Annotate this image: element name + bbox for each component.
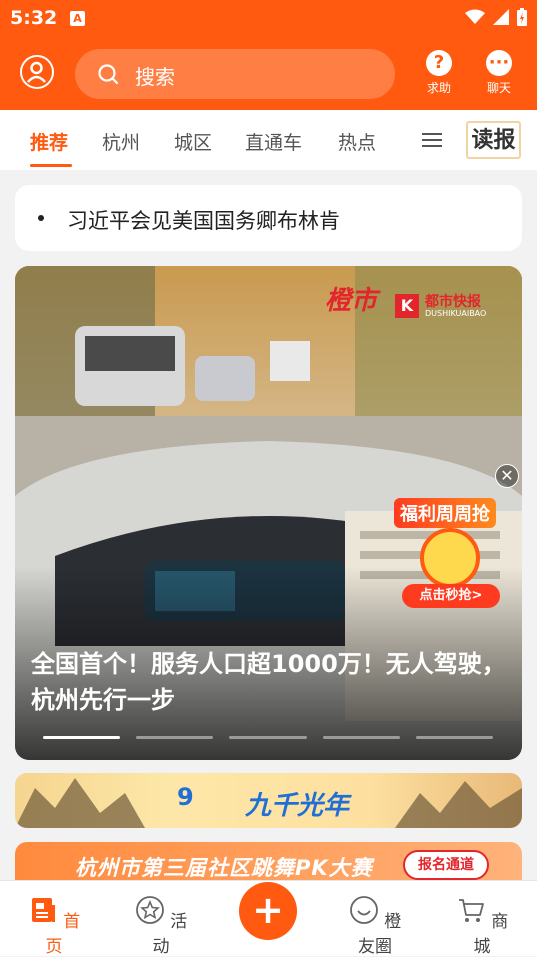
create-post-button[interactable]: + <box>239 882 297 940</box>
carousel-indicator <box>43 736 494 739</box>
promo-grab-button[interactable]: 点击秒抢> <box>402 584 500 608</box>
nav-home[interactable]: 首页 <box>24 895 84 957</box>
brand-subtitle: DUSHIKUAIBAO <box>425 309 487 318</box>
battery-icon <box>517 8 527 26</box>
close-promo-icon[interactable]: ✕ <box>495 464 519 488</box>
smile-icon <box>349 896 378 924</box>
question-icon: ? <box>426 50 452 76</box>
banner-title: 九千光年 <box>245 791 350 821</box>
carousel-dot[interactable] <box>43 736 121 739</box>
tab-district[interactable]: 城区 <box>174 128 212 155</box>
alarm-clock-icon <box>420 528 480 588</box>
tab-hangzhou[interactable]: 杭州 <box>102 128 140 155</box>
banner-title: 杭州市第三届社区跳舞PK大赛 <box>75 856 373 880</box>
status-time: 5:32 <box>10 7 58 29</box>
nav-activity[interactable]: 活动 <box>131 895 191 957</box>
menu-icon[interactable] <box>422 132 442 148</box>
register-button[interactable]: 报名通道 <box>403 850 489 880</box>
brand-name: 都市快报 <box>425 294 481 310</box>
brand-script-logo: 橙市 <box>325 286 378 316</box>
banner-logo: 9 <box>177 783 194 811</box>
status-bar: 5:32 A <box>0 0 537 38</box>
chat-button[interactable]: ··· 聊天 <box>479 50 519 96</box>
notification-icon: A <box>70 11 85 26</box>
carousel-dot[interactable] <box>322 736 400 739</box>
hero-title[interactable]: 全国首个！服务人口超1000万！无人驾驶，杭州先行一步 <box>31 646 511 718</box>
signal-icon <box>493 9 509 25</box>
search-placeholder: 搜索 <box>135 65 175 89</box>
chat-bubble-icon: ··· <box>486 50 512 76</box>
chat-label: 聊天 <box>486 81 511 95</box>
k-logo-icon: K <box>395 294 419 318</box>
ad-banner-jiuqian[interactable]: 9 九千光年 <box>15 773 522 828</box>
headline-ticker[interactable]: 习近平会见美国国务卿布林肯 <box>15 185 522 251</box>
status-icons <box>465 8 527 26</box>
tab-hot[interactable]: 热点 <box>338 128 376 155</box>
bullet-dot <box>38 215 44 221</box>
carousel-dot[interactable] <box>415 736 494 739</box>
active-tab-indicator <box>30 164 72 167</box>
search-bar[interactable]: 搜索 <box>75 49 395 99</box>
promo-title: 福利周周抢 <box>394 498 496 528</box>
tab-express[interactable]: 直通车 <box>245 128 302 155</box>
newspaper-icon <box>31 898 55 922</box>
cart-icon <box>458 899 484 922</box>
carousel-dot[interactable] <box>229 736 307 739</box>
app-header: 5:32 A 搜索 ? 求助 ··· 聊天 <box>0 0 537 110</box>
help-button[interactable]: ? 求助 <box>419 50 459 96</box>
tab-recommend[interactable]: 推荐 <box>30 128 68 155</box>
hero-carousel[interactable]: 橙市 K 都市快报 DUSHIKUAIBAO ✕ 福利周周抢 点击秒抢> 全国首… <box>15 266 522 760</box>
headline-text: 习近平会见美国国务卿布林肯 <box>67 209 340 233</box>
weekly-promo-widget[interactable]: 福利周周抢 点击秒抢> <box>390 498 510 618</box>
read-newspaper-button[interactable]: 读报 <box>466 121 521 159</box>
carousel-dot[interactable] <box>136 736 214 739</box>
help-label: 求助 <box>426 81 451 95</box>
category-tabs: 推荐 杭州 城区 直通车 热点 <box>0 110 537 170</box>
wifi-icon <box>465 9 485 24</box>
user-avatar-icon[interactable] <box>20 55 54 89</box>
nav-community[interactable]: 橙友圈 <box>345 895 405 957</box>
star-icon <box>135 896 164 924</box>
ad-banner-dance-contest[interactable]: 杭州市第三届社区跳舞PK大赛 报名通道 <box>15 842 522 882</box>
nav-mall[interactable]: 商城 <box>452 895 512 957</box>
search-icon <box>98 64 119 85</box>
